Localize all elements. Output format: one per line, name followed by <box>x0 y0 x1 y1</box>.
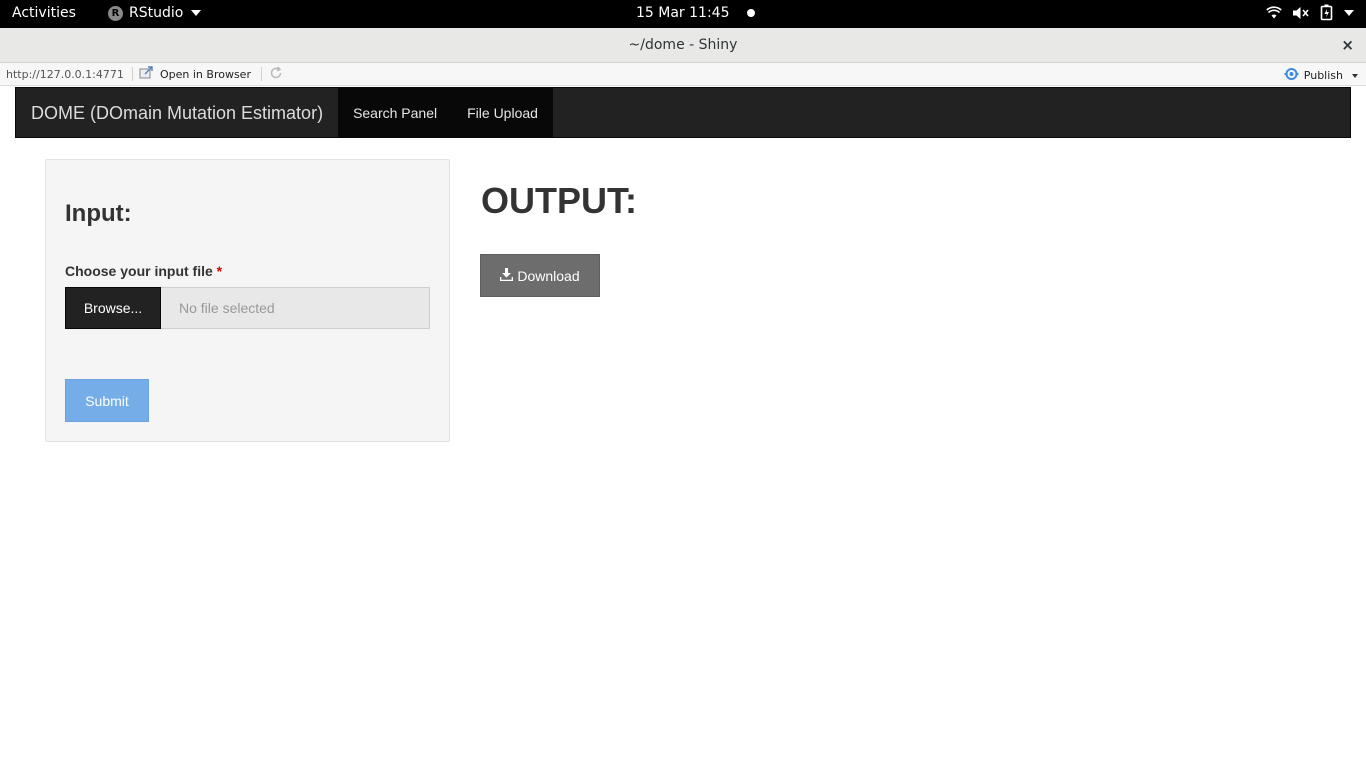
notification-dot-icon <box>747 9 756 17</box>
download-button[interactable]: Download <box>480 254 600 297</box>
required-marker: * <box>216 263 223 279</box>
viewer-url: http://127.0.0.1:4771 <box>6 68 124 81</box>
open-browser-icon <box>139 66 154 83</box>
open-in-browser-label: Open in Browser <box>160 68 251 81</box>
toolbar-divider <box>261 67 262 81</box>
chevron-down-icon <box>191 10 202 16</box>
open-in-browser-button[interactable]: Open in Browser <box>139 66 251 83</box>
wifi-icon <box>1266 5 1282 21</box>
clock-label: 15 Mar 11:45 <box>636 5 730 21</box>
publish-button[interactable]: Publish <box>1284 67 1358 84</box>
window-title: ~/dome - Shiny <box>628 37 738 53</box>
window-title-bar: ~/dome - Shiny × <box>0 28 1366 63</box>
chevron-down-icon <box>1344 9 1354 16</box>
file-name-field[interactable]: No file selected <box>161 287 430 329</box>
tab-file-upload[interactable]: File Upload <box>452 88 553 137</box>
download-icon <box>500 267 514 284</box>
file-input-label: Choose your input file * <box>65 263 222 279</box>
submit-button[interactable]: Submit <box>65 379 149 422</box>
file-input-label-text: Choose your input file <box>65 263 213 279</box>
tab-search-panel[interactable]: Search Panel <box>338 88 453 137</box>
publish-label: Publish <box>1303 69 1343 82</box>
publish-icon <box>1284 67 1299 84</box>
volume-muted-icon <box>1292 5 1310 21</box>
viewer-toolbar: http://127.0.0.1:4771 Open in Browser Pu… <box>0 63 1366 86</box>
output-heading: OUTPUT: <box>481 180 637 221</box>
browse-button[interactable]: Browse... <box>65 287 161 329</box>
system-top-bar: Activities R RStudio 15 Mar 11:45 <box>0 0 1366 28</box>
activities-button[interactable]: Activities <box>12 5 76 21</box>
file-input: Browse... No file selected <box>65 287 430 329</box>
battery-icon <box>1320 4 1334 21</box>
toolbar-divider <box>132 67 133 81</box>
navbar-brand[interactable]: DOME (DOmain Mutation Estimator) <box>16 88 338 137</box>
close-icon[interactable]: × <box>1341 36 1354 54</box>
clock[interactable]: 15 Mar 11:45 <box>636 5 756 21</box>
chevron-down-icon <box>1352 73 1358 78</box>
refresh-icon[interactable] <box>269 66 283 83</box>
download-label: Download <box>517 267 580 284</box>
app-navbar: DOME (DOmain Mutation Estimator) Search … <box>15 87 1351 138</box>
input-heading: Input: <box>65 200 132 227</box>
rstudio-icon: R <box>108 5 123 21</box>
input-sidebar-panel: Input: Choose your input file * Browse..… <box>45 159 450 442</box>
app-menu[interactable]: R RStudio <box>108 5 202 21</box>
system-tray[interactable] <box>1266 4 1354 21</box>
app-menu-label: RStudio <box>129 5 184 21</box>
